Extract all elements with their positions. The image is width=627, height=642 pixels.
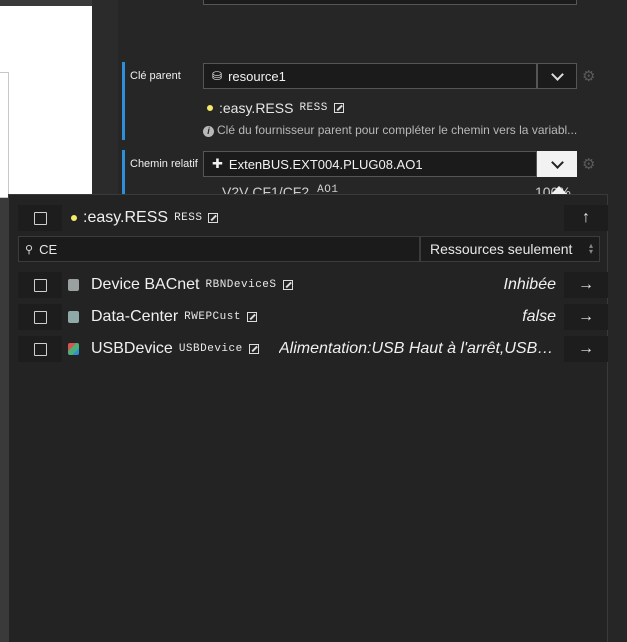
row-resource[interactable]: Device BACnet RBNDeviceS: [68, 276, 293, 294]
parent-key-help-text: Clé du fournisseur parent pour compléter…: [217, 123, 578, 137]
background-canvas: [0, 6, 94, 196]
row-resource[interactable]: USBDevice USBDevice: [68, 340, 259, 358]
row-type: RWEPCust: [184, 311, 241, 323]
background-inner-frame: [0, 72, 9, 198]
row-value: Alimentation:USB Haut à l'arrêt,USB Bas …: [279, 340, 556, 357]
header-type: RESS: [174, 212, 203, 224]
arrow-right-icon: →: [578, 340, 594, 357]
usb-icon: [68, 343, 79, 355]
row-checkbox-cell[interactable]: [18, 304, 62, 330]
search-field[interactable]: ⚲ CE: [18, 236, 420, 262]
parent-key-linked-resource[interactable]: :easy.RESS RESS: [207, 100, 344, 116]
relative-path-dropdown-button[interactable]: [537, 151, 577, 177]
list-item[interactable]: Data-Center RWEPCust false →: [18, 302, 608, 332]
filter-select[interactable]: Ressources seulement ▴ ▾: [420, 236, 600, 262]
row-checkbox[interactable]: [33, 342, 47, 356]
arrow-up-icon: ↑: [582, 209, 590, 226]
status-dot-icon: [207, 105, 213, 111]
updown-icon: ▴ ▾: [588, 241, 593, 256]
popup-header-row: :easy.RESS RESS ↑: [18, 203, 608, 233]
source-field-partial[interactable]: [203, 0, 577, 5]
edit-icon[interactable]: [248, 344, 259, 354]
header-resource[interactable]: :easy.RESS RESS: [71, 209, 219, 227]
edit-icon[interactable]: [333, 103, 344, 113]
parent-key-accent: [122, 62, 125, 140]
info-icon: i: [203, 126, 214, 137]
resource-icon: ⛁: [212, 69, 223, 83]
relative-path-value: ExtenBUS.EXT004.PLUG08.AO1: [228, 156, 423, 172]
edit-icon[interactable]: [208, 213, 219, 223]
row-checkbox-cell[interactable]: [18, 272, 62, 298]
relative-path-label: Chemin relatif: [130, 158, 198, 170]
edit-icon[interactable]: [282, 280, 293, 290]
parent-key-dropdown-button[interactable]: [537, 63, 577, 89]
relative-path-field[interactable]: ✚ ExtenBUS.EXT004.PLUG08.AO1: [203, 151, 537, 177]
device-icon: [68, 279, 79, 291]
row-navigate-button[interactable]: →: [564, 304, 608, 330]
search-icon: ⚲: [25, 243, 34, 256]
chevron-down-icon: [550, 67, 564, 81]
arrow-right-icon: →: [578, 276, 594, 293]
puzzle-icon: ✚: [212, 156, 223, 171]
parent-linked-type: RESS: [299, 102, 328, 114]
arrow-right-icon: →: [578, 308, 594, 325]
row-navigate-button[interactable]: →: [564, 272, 608, 298]
relative-path-gear-icon[interactable]: ⚙: [582, 155, 595, 173]
row-name: Data-Center: [91, 308, 179, 325]
row-resource[interactable]: Data-Center RWEPCust: [68, 308, 257, 326]
search-input[interactable]: CE: [39, 242, 57, 257]
header-checkbox[interactable]: [33, 211, 47, 225]
parent-key-value: resource1: [228, 68, 286, 84]
resource-picker-popup: :easy.RESS RESS ↑ ⚲ CE Ressources seulem…: [8, 194, 608, 642]
list-item[interactable]: Device BACnet RBNDeviceS Inhibée →: [18, 270, 608, 300]
list-item[interactable]: USBDevice USBDevice Alimentation:USB Hau…: [18, 334, 608, 364]
row-checkbox[interactable]: [33, 310, 47, 324]
parent-key-help: i Clé du fournisseur parent pour compléte…: [203, 123, 577, 137]
row-name: Device BACnet: [91, 276, 200, 293]
header-name: :easy.RESS: [83, 209, 169, 226]
row-type: USBDevice: [178, 343, 243, 355]
row-name: USBDevice: [91, 340, 173, 357]
header-checkbox-cell[interactable]: [18, 205, 62, 231]
row-type: RBNDeviceS: [205, 279, 277, 291]
edit-icon[interactable]: [246, 312, 257, 322]
navigate-up-button[interactable]: ↑: [564, 205, 608, 231]
row-checkbox-cell[interactable]: [18, 336, 62, 362]
status-dot-icon: [71, 215, 77, 221]
server-icon: [68, 311, 79, 323]
row-navigate-button[interactable]: →: [564, 336, 608, 362]
row-checkbox[interactable]: [33, 278, 47, 292]
parent-linked-name: :easy.RESS: [219, 100, 294, 116]
parent-key-field[interactable]: ⛁ resource1: [203, 63, 537, 89]
relative-path-accent: [122, 150, 125, 194]
chevron-down-icon: [550, 155, 564, 169]
row-value: Inhibée: [503, 276, 557, 293]
row-value: false: [522, 308, 556, 325]
parent-key-gear-icon[interactable]: ⚙: [582, 67, 595, 85]
parent-key-label: Clé parent: [130, 70, 181, 82]
filter-select-value: Ressources seulement: [430, 241, 573, 257]
